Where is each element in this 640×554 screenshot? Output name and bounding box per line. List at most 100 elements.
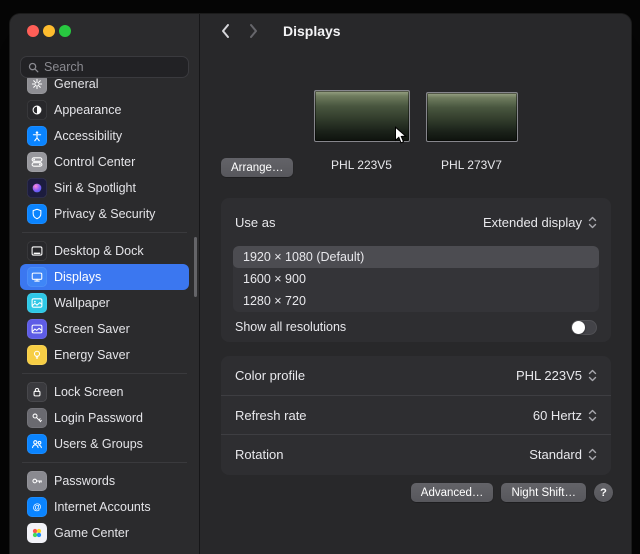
sidebar-item-label: Game Center xyxy=(54,526,129,540)
search-placeholder: Search xyxy=(44,60,84,74)
color-profile-value: PHL 223V5 xyxy=(516,368,582,383)
back-button[interactable] xyxy=(220,23,231,39)
desktop-dock-icon xyxy=(27,241,47,261)
displays-icon xyxy=(27,267,47,287)
minimize-button[interactable] xyxy=(43,25,55,37)
show-all-resolutions-label: Show all resolutions xyxy=(235,320,346,334)
cursor-arrow-icon xyxy=(394,126,407,145)
advanced-button[interactable]: Advanced… xyxy=(411,483,494,502)
display-name: PHL 273V7 xyxy=(441,158,502,172)
show-all-resolutions-toggle[interactable] xyxy=(571,320,597,335)
resolution-option[interactable]: 1920 × 1080 (Default) xyxy=(233,246,599,268)
chevron-left-icon xyxy=(220,23,231,39)
sidebar-item-control-center[interactable]: Control Center xyxy=(20,149,189,175)
sidebar-item-label: Users & Groups xyxy=(54,437,143,451)
sidebar-item-internet-accounts[interactable]: @ Internet Accounts xyxy=(20,494,189,520)
sidebar-item-game-center[interactable]: Game Center xyxy=(20,520,189,546)
at-icon: @ xyxy=(27,497,47,517)
search-input[interactable]: Search xyxy=(20,56,189,78)
sidebar-item-label: Energy Saver xyxy=(54,348,130,362)
accessibility-icon xyxy=(27,126,47,146)
display-options-card: Color profile PHL 223V5 Refresh rate 60 … xyxy=(221,356,611,475)
footer-buttons: Advanced… Night Shift… ? xyxy=(411,483,613,502)
sidebar-item-label: Privacy & Security xyxy=(54,207,155,221)
siri-icon xyxy=(27,178,47,198)
sidebar-item-label: Screen Saver xyxy=(54,322,130,336)
color-profile-row: Color profile PHL 223V5 xyxy=(221,356,611,395)
page-title: Displays xyxy=(283,23,341,39)
popup-chevrons-icon xyxy=(588,409,597,422)
displays-pane: Displays PHL 223V5 PHL 273V7 Arrange… Use… xyxy=(200,14,631,554)
chevron-right-icon xyxy=(248,23,259,39)
privacy-security-icon xyxy=(27,204,47,224)
sidebar-item-passwords[interactable]: Passwords xyxy=(20,468,189,494)
zoom-button[interactable] xyxy=(59,25,71,37)
sidebar-item-label: General xyxy=(54,77,98,91)
sidebar-item-displays[interactable]: Displays xyxy=(20,264,189,290)
refresh-rate-value: 60 Hertz xyxy=(533,408,582,423)
control-center-icon xyxy=(27,152,47,172)
rotation-row: Rotation Standard xyxy=(221,434,611,473)
forward-button[interactable] xyxy=(248,23,259,39)
sidebar-item-label: Login Password xyxy=(54,411,143,425)
screensaver-icon xyxy=(27,319,47,339)
wallpaper-icon xyxy=(27,293,47,313)
help-button[interactable]: ? xyxy=(594,483,613,502)
display-name: PHL 223V5 xyxy=(331,158,392,172)
sidebar-scrollbar[interactable] xyxy=(194,237,197,297)
display-column: PHL 273V7 xyxy=(426,92,518,172)
energy-icon xyxy=(27,345,47,365)
night-shift-button[interactable]: Night Shift… xyxy=(501,483,586,502)
close-button[interactable] xyxy=(27,25,39,37)
sidebar-group-divider xyxy=(22,373,187,374)
sidebar-item-siri-spotlight[interactable]: Siri & Spotlight xyxy=(20,175,189,201)
resolution-option[interactable]: 1280 × 720 xyxy=(233,290,599,312)
sidebar-item-appearance[interactable]: Appearance xyxy=(20,97,189,123)
lock-icon xyxy=(27,382,47,402)
sidebar-item-label: Passwords xyxy=(54,474,115,488)
search-icon xyxy=(28,62,39,73)
sidebar-item-lock-screen[interactable]: Lock Screen xyxy=(20,379,189,405)
refresh-rate-label: Refresh rate xyxy=(235,408,307,423)
rotation-value: Standard xyxy=(529,447,582,462)
refresh-rate-row: Refresh rate 60 Hertz xyxy=(221,395,611,434)
refresh-rate-popup[interactable]: 60 Hertz xyxy=(533,408,597,423)
sidebar-item-accessibility[interactable]: Accessibility xyxy=(20,123,189,149)
navigation-header: Displays xyxy=(220,19,341,43)
use-as-label: Use as xyxy=(235,215,275,230)
sidebar-item-label: Wallpaper xyxy=(54,296,110,310)
sidebar-item-users-groups[interactable]: Users & Groups xyxy=(20,431,189,457)
color-profile-popup[interactable]: PHL 223V5 xyxy=(516,368,597,383)
sidebar-item-label: Siri & Spotlight xyxy=(54,181,136,195)
system-settings-window: Search General Appearance AccessibilityCon… xyxy=(10,14,631,554)
sidebar-item-desktop-dock[interactable]: Desktop & Dock xyxy=(20,238,189,264)
sidebar-item-login-password[interactable]: Login Password xyxy=(20,405,189,431)
sidebar-item-label: Appearance xyxy=(54,103,121,117)
svg-text:@: @ xyxy=(33,502,42,512)
sidebar-item-energy-saver[interactable]: Energy Saver xyxy=(20,342,189,368)
sidebar-item-label: Internet Accounts xyxy=(54,500,151,514)
window-controls xyxy=(10,14,199,37)
mouse-cursor xyxy=(394,126,407,150)
passwords-key-icon xyxy=(27,471,47,491)
sidebar-item-label: Lock Screen xyxy=(54,385,123,399)
sidebar-group-divider xyxy=(22,232,187,233)
toggle-knob xyxy=(572,321,585,334)
sidebar-item-wallpaper[interactable]: Wallpaper xyxy=(20,290,189,316)
rotation-popup[interactable]: Standard xyxy=(529,447,597,462)
sidebar-item-privacy-security[interactable]: Privacy & Security xyxy=(20,201,189,227)
show-all-resolutions-row: Show all resolutions xyxy=(221,312,611,342)
popup-chevrons-icon xyxy=(588,369,597,382)
sidebar: Search General Appearance AccessibilityCon… xyxy=(10,14,200,554)
resolution-option[interactable]: 1600 × 900 xyxy=(233,268,599,290)
sidebar-item-screen-saver[interactable]: Screen Saver xyxy=(20,316,189,342)
display-settings-card: Use as Extended display 1920 × 1080 (Def… xyxy=(221,198,611,342)
sidebar-list: General Appearance AccessibilityControl Ce… xyxy=(10,71,199,554)
use-as-popup[interactable]: Extended display xyxy=(483,215,597,230)
arrange-button[interactable]: Arrange… xyxy=(221,158,293,177)
game-center-icon xyxy=(27,523,47,543)
sidebar-group-divider xyxy=(22,462,187,463)
display-thumbnail[interactable] xyxy=(426,92,518,142)
appearance-icon xyxy=(27,100,47,120)
use-as-row: Use as Extended display xyxy=(221,198,611,246)
